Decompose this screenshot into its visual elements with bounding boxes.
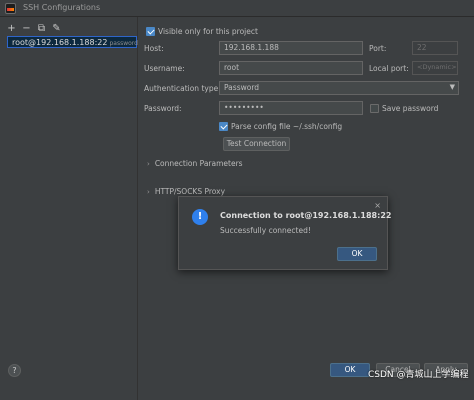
connection-parameters-section[interactable]: › Connection Parameters <box>147 159 243 168</box>
visible-only-checkbox[interactable] <box>146 27 155 36</box>
local-port-input[interactable]: <Dynamic> <box>412 61 458 75</box>
close-icon[interactable]: × <box>374 201 381 210</box>
remove-icon[interactable]: − <box>21 23 32 34</box>
auth-type-select[interactable]: Password ▼ <box>219 81 459 95</box>
connection-parameters-label: Connection Parameters <box>154 159 243 168</box>
auth-type-value: Password <box>224 83 260 92</box>
window-title: SSH Configurations <box>23 3 101 12</box>
add-icon[interactable]: + <box>6 23 17 34</box>
password-input[interactable]: ••••••••• <box>219 101 363 115</box>
sidebar-item-label: root@192.168.1.188:22 password <box>12 38 138 47</box>
local-port-label: Local port: <box>369 64 409 73</box>
watermark-text: CSDN @青城山上学编程 <box>368 370 469 380</box>
sidebar-item-host: root@192.168.1.188:22 <box>12 38 108 47</box>
chevron-right-icon: › <box>147 188 150 196</box>
test-connection-button[interactable]: Test Connection <box>223 137 290 151</box>
edit-icon[interactable]: ✎ <box>51 23 62 34</box>
port-input[interactable]: 22 <box>412 41 458 55</box>
help-icon[interactable]: ? <box>8 364 21 377</box>
ok-button[interactable]: OK <box>330 363 370 377</box>
save-password-label: Save password <box>382 104 439 113</box>
sidebar-toolbar: + − ⧉ ✎ <box>6 23 62 35</box>
dialog-title: Connection to root@192.168.1.188:22 <box>220 211 392 220</box>
host-label: Host: <box>144 44 164 53</box>
dialog-ok-button[interactable]: OK <box>337 247 377 261</box>
dialog-message: Successfully connected! <box>220 226 311 235</box>
username-label: Username: <box>144 64 185 73</box>
visible-only-label: Visible only for this project <box>158 27 258 36</box>
save-password-checkbox[interactable] <box>370 104 379 113</box>
sidebar-item-root[interactable]: root@192.168.1.188:22 password <box>7 36 138 48</box>
username-input[interactable]: root <box>219 61 363 75</box>
password-label: Password: <box>144 104 182 113</box>
port-label: Port: <box>369 44 387 53</box>
sidebar-item-sub: password <box>109 40 138 47</box>
app-logo-icon <box>5 3 16 14</box>
proxy-label: HTTP/SOCKS Proxy <box>154 187 226 196</box>
chevron-down-icon: ▼ <box>449 83 455 91</box>
proxy-section[interactable]: › HTTP/SOCKS Proxy <box>147 187 225 196</box>
title-bar: SSH Configurations <box>0 0 474 17</box>
parse-config-checkbox[interactable] <box>219 122 228 131</box>
chevron-right-icon: › <box>147 160 150 168</box>
parse-config-label: Parse config file ~/.ssh/config <box>231 122 343 131</box>
copy-icon[interactable]: ⧉ <box>36 23 47 34</box>
info-icon: ! <box>192 209 208 225</box>
host-input[interactable]: 192.168.1.188 <box>219 41 363 55</box>
sidebar: + − ⧉ ✎ root@192.168.1.188:22 password <box>0 17 138 400</box>
auth-type-label: Authentication type: <box>144 84 221 93</box>
connection-dialog: ! × Connection to root@192.168.1.188:22 … <box>178 196 392 270</box>
